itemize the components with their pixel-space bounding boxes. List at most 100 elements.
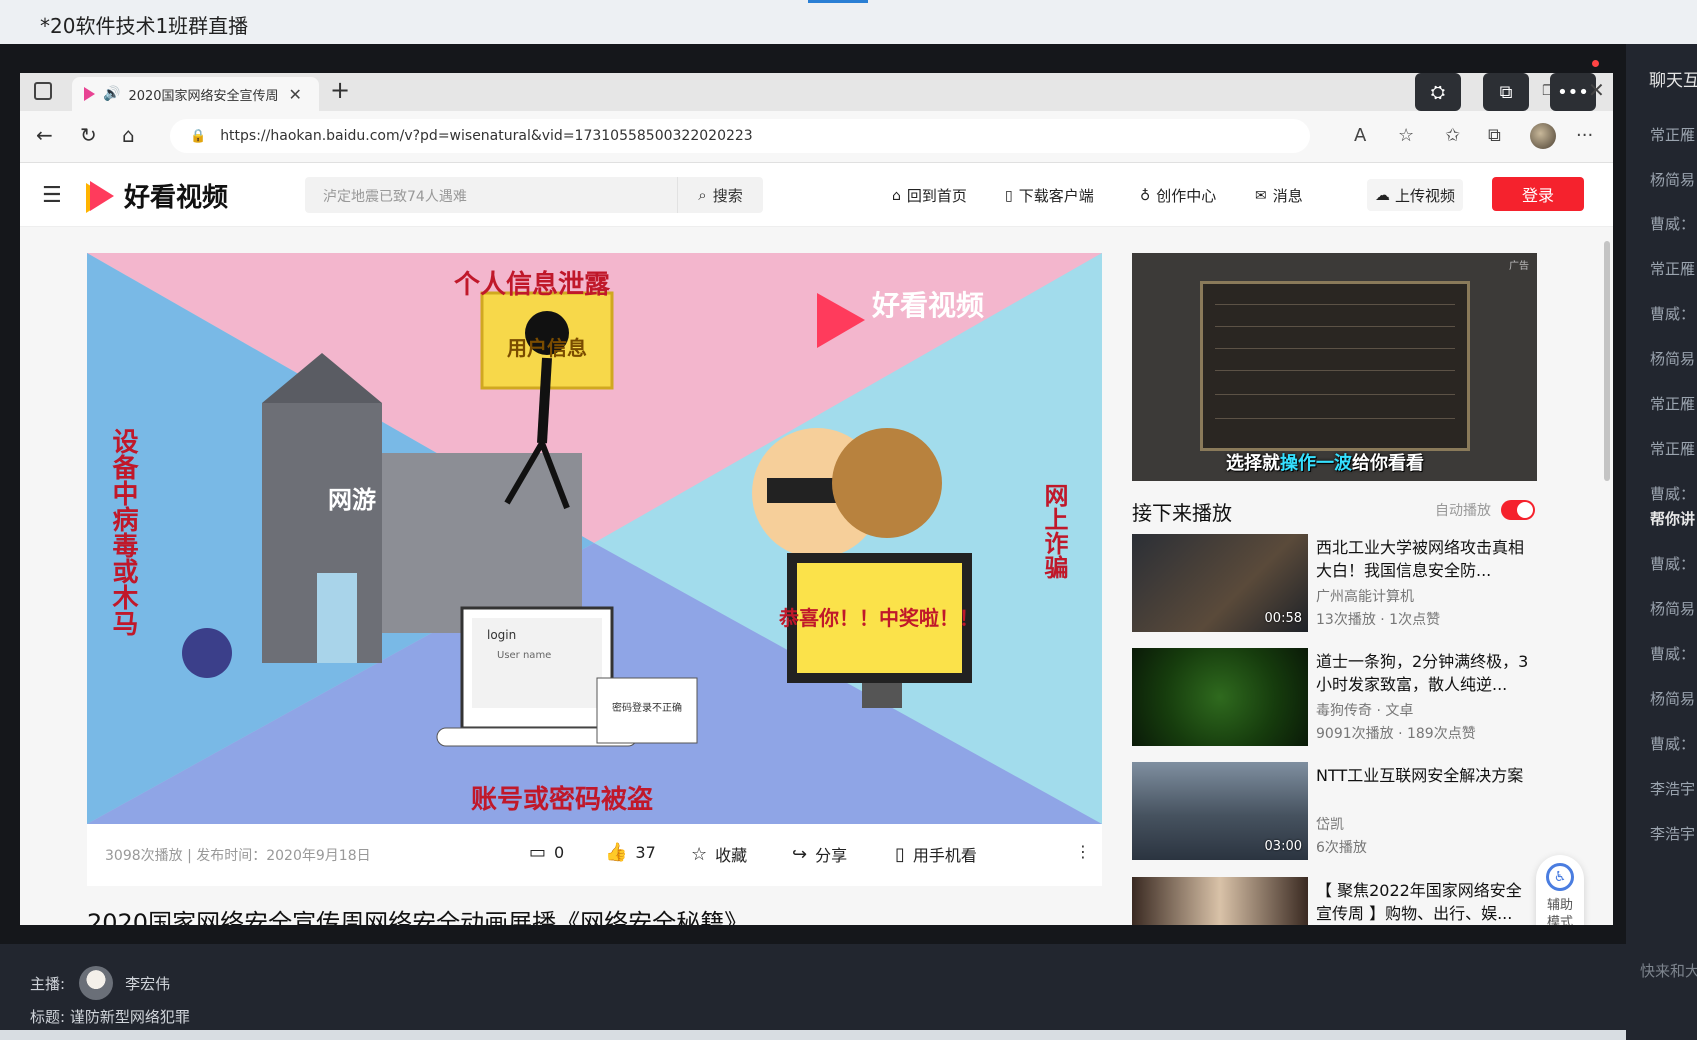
share-screen-icon[interactable]: ⛭ <box>1415 73 1461 111</box>
chat-item: 杨简易 <box>1650 600 1696 618</box>
haokan-favicon-icon <box>84 87 95 101</box>
upload-button[interactable]: ☁ 上传视频 <box>1367 179 1463 211</box>
topic-text: 谨防新型网络犯罪 <box>69 1008 190 1026</box>
rec-author[interactable]: 广州高能计算机 <box>1316 586 1414 606</box>
rec-title[interactable]: NTT工业互联网安全解决方案 <box>1316 764 1532 787</box>
profile-avatar[interactable] <box>1530 123 1556 149</box>
search-icon: ⌕ <box>698 186 707 204</box>
rec-thumbnail[interactable] <box>1132 877 1308 925</box>
window-close-icon[interactable]: ✕ <box>1588 78 1605 102</box>
chat-item: 曹威： <box>1650 645 1696 663</box>
page-content: 个人信息泄露 用户信息 网游 好看视频 恭喜你！！中奖啦！！ login Use… <box>20 227 1613 925</box>
more-icon[interactable]: ⋮ <box>1075 842 1091 861</box>
search-button[interactable]: ⌕ 搜索 <box>677 177 763 213</box>
lock-icon[interactable]: 🔒 <box>190 129 206 144</box>
rec-thumbnail[interactable]: 00:58 <box>1132 534 1308 632</box>
home-icon[interactable]: ⌂ <box>122 123 135 147</box>
rec-stats: 6次播放 <box>1316 840 1367 856</box>
video-frame: 个人信息泄露 用户信息 网游 好看视频 恭喜你！！中奖啦！！ login Use… <box>87 253 1102 824</box>
mobile-label: 用手机看 <box>912 846 977 865</box>
rec-thumbnail[interactable]: 03:00 <box>1132 762 1308 860</box>
site-logo[interactable]: 好看视频 <box>90 177 228 214</box>
frame-text-right: 网上诈骗 <box>1040 483 1068 579</box>
browser-menu-icon[interactable]: ··· <box>1576 125 1593 146</box>
star-icon: ☆ <box>691 843 708 865</box>
nav-home[interactable]: ⌂ 回到首页 <box>892 185 967 206</box>
video-player[interactable]: 个人信息泄露 用户信息 网游 好看视频 恭喜你！！中奖啦！！ login Use… <box>87 253 1102 824</box>
url-field[interactable]: 🔒 https://haokan.baidu.com/v?pd=wisenatu… <box>170 119 1310 153</box>
frame-text-right-wrap: 网上诈骗 <box>1040 483 1068 579</box>
autoplay-control[interactable]: 自动播放 <box>1435 500 1535 520</box>
address-bar: ← ↻ ⌂ 🔒 https://haokan.baidu.com/v?pd=wi… <box>20 111 1613 163</box>
browser-window: 🔊 2020国家网络安全宣传周网 ✕ + ⛭ ⧉ ❐ ••• ✕ ← ↻ ⌂ 🔒… <box>20 73 1613 925</box>
tab-active[interactable]: 🔊 2020国家网络安全宣传周网 ✕ <box>72 77 319 111</box>
comment-icon: ▭ <box>529 842 547 863</box>
video-meta-bar: 3098次播放 | 发布时间：2020年9月18日 ▭ 0 👍 37 ☆ 收藏 ↪ 分享… <box>87 824 1102 886</box>
logo-text: 好看视频 <box>124 183 229 213</box>
recommended-item[interactable]: 00:58 西北工业大学被网络攻击真相大白！我国信息安全防... 广州高能计算机… <box>1132 534 1552 632</box>
chat-item: 曹威： <box>1650 215 1696 233</box>
search-box[interactable]: 泸定地震已致74人遇难 ⌕ 搜索 <box>305 177 763 213</box>
nav-download[interactable]: ▯ 下载客户端 <box>1005 185 1094 206</box>
comment-button[interactable]: ▭ 0 <box>529 842 564 863</box>
chat-item: 常正雁 <box>1650 395 1696 413</box>
tab-title: 2020国家网络安全宣传周网 <box>128 88 279 104</box>
bulb-icon: ♁ <box>1140 187 1151 204</box>
rec-duration: 03:00 <box>1264 839 1302 854</box>
chat-panel: 聊天互 常正雁 杨简易 曹威： 常正雁 曹威： 杨简易 常正雁 常正雁 曹威： … <box>1626 44 1697 1040</box>
chat-item: 常正雁 <box>1650 260 1696 278</box>
rec-author[interactable]: 岱凯 <box>1316 814 1344 834</box>
tab-bar: 🔊 2020国家网络安全宣传周网 ✕ + ⛭ ⧉ ❐ ••• ✕ <box>20 73 1613 111</box>
chat-item: 杨简易 <box>1650 690 1696 708</box>
title-accent <box>808 0 868 3</box>
ad-game-panel <box>1200 281 1470 451</box>
back-icon[interactable]: ← <box>36 123 53 147</box>
nav-messages[interactable]: ✉ 消息 <box>1255 185 1303 206</box>
ad-caption: 选择就操作一波给你看看 <box>1226 449 1424 475</box>
favorites-icon[interactable]: ✩ <box>1445 125 1460 146</box>
chat-item: 帮你讲 <box>1650 510 1696 528</box>
collections-icon[interactable]: ⧉ <box>1488 125 1501 146</box>
search-input[interactable]: 泸定地震已致74人遇难 <box>323 186 467 206</box>
chat-item: 曹威： <box>1650 735 1696 753</box>
rec-thumbnail[interactable] <box>1132 648 1308 746</box>
assist-mode-button[interactable]: ♿ 辅助模式 <box>1536 855 1584 925</box>
ad-banner[interactable]: 广告 选择就操作一波给你看看 <box>1132 253 1537 481</box>
rec-title[interactable]: 西北工业大学被网络攻击真相大白！我国信息安全防... <box>1316 536 1532 582</box>
chat-item: 杨简易 <box>1650 171 1696 189</box>
add-favorite-icon[interactable]: ☆ <box>1398 125 1414 146</box>
notification-dot <box>1592 60 1599 67</box>
menu-icon[interactable]: ☰ <box>42 183 62 208</box>
up-next-heading: 接下来播放 <box>1132 501 1232 525</box>
share-button[interactable]: ↪ 分享 <box>792 842 847 866</box>
recommended-item[interactable]: 道士一条狗，2分钟满终极，3小时发家致富，散人纯逆... 毒狗传奇 · 文卓 9… <box>1132 648 1552 746</box>
thumbs-up-icon: 👍 <box>605 842 628 863</box>
new-tab-button[interactable]: + <box>330 76 350 104</box>
autoplay-toggle[interactable] <box>1501 500 1535 520</box>
ad-caption-post: 给你看看 <box>1352 453 1424 474</box>
login-button[interactable]: 登录 <box>1492 177 1584 211</box>
recommended-item[interactable]: 03:00 NTT工业互联网安全解决方案 岱凯 6次播放 <box>1132 762 1552 860</box>
speaker-icon[interactable]: 🔊 <box>103 86 120 102</box>
tab-actions-icon[interactable] <box>34 82 52 100</box>
frame-text-left: 设备中病毒或木马 <box>108 428 138 636</box>
rec-title[interactable]: 道士一条狗，2分钟满终极，3小时发家致富，散人纯逆... <box>1316 650 1532 696</box>
nav-creator[interactable]: ♁ 创作中心 <box>1140 185 1216 206</box>
popout-icon[interactable]: ⧉ <box>1483 73 1529 111</box>
refresh-icon[interactable]: ↻ <box>80 123 97 147</box>
frame-text-screen: 恭喜你！！中奖啦！！ <box>778 606 979 630</box>
chat-item: 曹威： <box>1650 485 1696 503</box>
rec-stats: 9091次播放 · 189次点赞 <box>1316 726 1476 742</box>
read-aloud-icon[interactable]: A <box>1354 125 1366 146</box>
rec-author[interactable]: 毒狗传奇 · 文卓 <box>1316 700 1413 720</box>
topic-label: 标题: <box>30 1008 66 1026</box>
rec-title[interactable]: 【 聚焦2022年国家网络安全宣传周 】购物、出行、娱... <box>1316 879 1532 925</box>
chat-input[interactable]: 快来和大 <box>1640 960 1697 981</box>
mobile-watch-button[interactable]: ▯ 用手机看 <box>895 842 977 866</box>
like-button[interactable]: 👍 37 <box>605 842 656 863</box>
recommended-item[interactable]: 【 聚焦2022年国家网络安全宣传周 】购物、出行、娱... <box>1132 877 1552 925</box>
favorite-button[interactable]: ☆ 收藏 <box>691 842 747 866</box>
page-scrollbar[interactable] <box>1603 227 1611 925</box>
favorite-label: 收藏 <box>715 846 748 865</box>
tab-close-icon[interactable]: ✕ <box>288 85 301 104</box>
